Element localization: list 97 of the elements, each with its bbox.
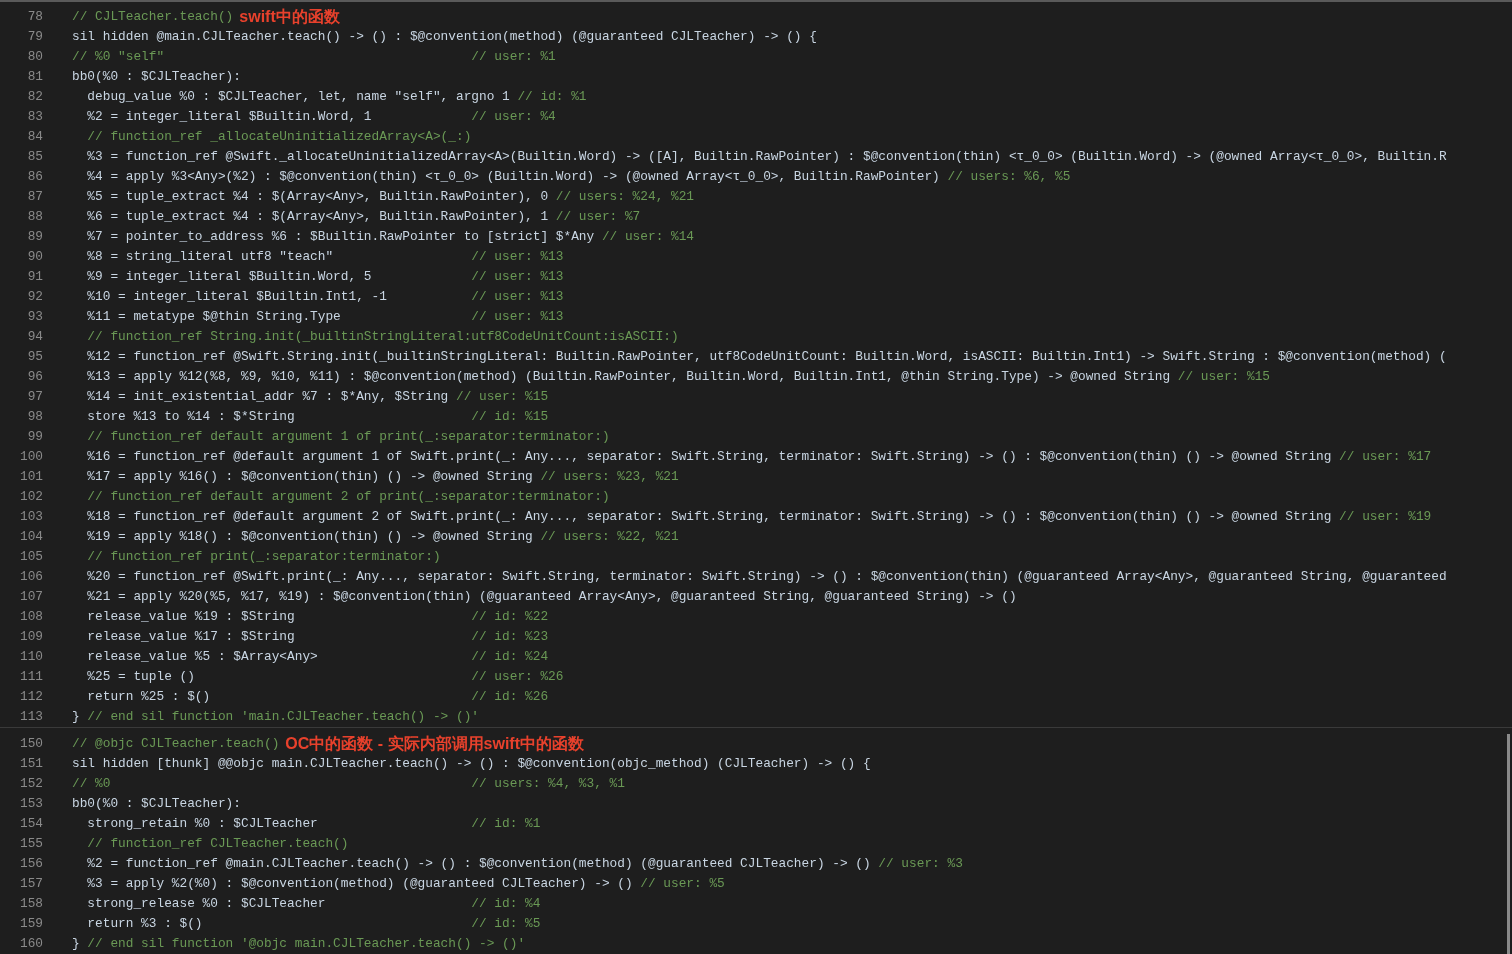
code-comment: // function_ref default argument 2 of print(_:separator:terminator:) [86, 488, 610, 507]
code-line: %16 = function_ref @default argument 1 of Swift.print(_: Any..., separator: Swift.String, terminator: Swift.String) -> () : $@convention(thin) () -> @owned String // user: %17 [86, 448, 1432, 467]
line-number: 153 [18, 795, 43, 814]
code-line: debug_value %0 : $CJLTeacher, let, name "self", argno 1 // id: %1 [86, 88, 587, 107]
scrollbar[interactable] [1507, 734, 1510, 954]
code-line: %14 = init_existential_addr %7 : $*Any, $String // user: %15 [86, 388, 549, 407]
line-number: 80 [26, 48, 43, 67]
line-number: 151 [18, 755, 43, 774]
code-line: %12 = function_ref @Swift.String.init(_builtinStringLiteral: Builtin.RawPointer, utf8CodeUnitCount: Builtin.Word, isASCII: Builtin.Int1) -> Swift.String : $@convention(method) ( [86, 348, 1447, 367]
line-number: 112 [18, 688, 43, 707]
line-number: 83 [26, 108, 43, 127]
code-line: %7 = pointer_to_address %6 : $Builtin.RawPointer to [strict] $*Any // user: %14 [86, 228, 695, 247]
code-line: sil hidden @main.CJLTeacher.teach() -> () : $@convention(method) (@guaranteed CJLTeacher) -> () { [72, 28, 817, 47]
line-number: 97 [26, 388, 43, 407]
line-number: 78 [26, 8, 43, 27]
code-line: %18 = function_ref @default argument 2 of Swift.print(_: Any..., separator: Swift.String, terminator: Swift.String) -> () : $@convention(thin) () -> @owned String // user: %19 [86, 508, 1432, 527]
code-line: strong_release %0 : $CJLTeacher // id: %4 [86, 895, 541, 914]
code-line: return %25 : $() // id: %26 [86, 688, 549, 707]
code-line: release_value %5 : $Array<Any> // id: %24 [86, 648, 549, 667]
line-number: 93 [26, 308, 43, 327]
line-number: 94 [26, 328, 43, 347]
annotation: OC中的函数 - 实际内部调用swift中的函数 [285, 734, 584, 754]
code-comment: // @objc CJLTeacher.teach() [72, 735, 280, 754]
code-line: %10 = integer_literal $Builtin.Int1, -1 // user: %13 [86, 288, 564, 307]
code-line: %13 = apply %12(%8, %9, %10, %11) : $@convention(method) (Builtin.RawPointer, Builtin.Word, Builtin.Int1, @thin String.Type) -> @owned String // user: %15 [86, 368, 1270, 387]
line-number: 160 [18, 935, 43, 954]
code-line: bb0(%0 : $CJLTeacher): [72, 68, 241, 87]
line-number: 98 [26, 408, 43, 427]
code-comment: // CJLTeacher.teach() [72, 8, 234, 27]
annotation: swift中的函数 [239, 7, 340, 27]
line-number: 88 [26, 208, 43, 227]
line-number: 96 [26, 368, 43, 387]
line-number: 113 [18, 708, 43, 727]
code-line: %5 = tuple_extract %4 : $(Array<Any>, Builtin.RawPointer), 0 // users: %24, %21 [86, 188, 695, 207]
code-line: } // end sil function 'main.CJLTeacher.teach() -> ()' [72, 708, 479, 727]
line-number: 103 [18, 508, 43, 527]
code-line: %25 = tuple () // user: %26 [86, 668, 564, 687]
line-number: 85 [26, 148, 43, 167]
line-number: 158 [18, 895, 43, 914]
line-number: 87 [26, 188, 43, 207]
code-line: %2 = integer_literal $Builtin.Word, 1 // user: %4 [86, 108, 556, 127]
line-number: 95 [26, 348, 43, 367]
line-number: 152 [18, 775, 43, 794]
line-number: 79 [26, 28, 43, 47]
code-line: strong_retain %0 : $CJLTeacher // id: %1 [86, 815, 541, 834]
code-line: %3 = apply %2(%0) : $@convention(method) (@guaranteed CJLTeacher) -> () // user: %5 [86, 875, 725, 894]
code-line: sil hidden [thunk] @@objc main.CJLTeacher.teach() -> () : $@convention(objc_method) (CJLTeacher) -> () { [72, 755, 871, 774]
line-number: 104 [18, 528, 43, 547]
code-line: release_value %17 : $String // id: %23 [86, 628, 549, 647]
line-number: 108 [18, 608, 43, 627]
code-line: store %13 to %14 : $*String // id: %15 [86, 408, 549, 427]
line-number: 101 [18, 468, 43, 487]
line-number: 86 [26, 168, 43, 187]
line-number: 157 [18, 875, 43, 894]
line-number: 156 [18, 855, 43, 874]
line-number: 102 [18, 488, 43, 507]
line-number: 81 [26, 68, 43, 87]
line-number: 84 [26, 128, 43, 147]
code-line: %19 = apply %18() : $@convention(thin) () -> @owned String // users: %22, %21 [86, 528, 679, 547]
code-comment: // function_ref CJLTeacher.teach() [86, 835, 349, 854]
line-number: 99 [26, 428, 43, 447]
code-comment: // function_ref _allocateUninitializedArray<A>(_:) [86, 128, 472, 147]
line-number: 110 [18, 648, 43, 667]
line-number: 91 [26, 268, 43, 287]
code-comment: // %0 // users: %4, %3, %1 [72, 775, 625, 794]
line-number: 111 [18, 668, 43, 687]
line-number: 100 [18, 448, 43, 467]
line-number: 155 [18, 835, 43, 854]
line-number: 159 [18, 915, 43, 934]
code-line: %21 = apply %20(%5, %17, %19) : $@convention(thin) (@guaranteed Array<Any>, @guaranteed String, @guaranteed String) -> () [86, 588, 1017, 607]
code-line: %4 = apply %3<Any>(%2) : $@convention(thin) <τ_0_0> (Builtin.Word) -> (@owned Array<τ_0_0>, Builtin.RawPointer) // users: %6, %5 [86, 168, 1071, 187]
line-number: 106 [18, 568, 43, 587]
line-number: 82 [26, 88, 43, 107]
line-number: 154 [18, 815, 43, 834]
code-line: %11 = metatype $@thin String.Type // user: %13 [86, 308, 564, 327]
code-line: bb0(%0 : $CJLTeacher): [72, 795, 241, 814]
line-number: 89 [26, 228, 43, 247]
code-line: %8 = string_literal utf8 "teach" // user: %13 [86, 248, 564, 267]
code-line: %9 = integer_literal $Builtin.Word, 5 // user: %13 [86, 268, 564, 287]
line-number: 109 [18, 628, 43, 647]
code-line: %3 = function_ref @Swift._allocateUninitializedArray<A>(Builtin.Word) -> ([A], Builtin.RawPointer) : $@convention(thin) <τ_0_0> (Builtin.Word) -> (@owned Array<τ_0_0>, Builtin.R [86, 148, 1447, 167]
code-comment: // function_ref default argument 1 of print(_:separator:terminator:) [86, 428, 610, 447]
code-line: %20 = function_ref @Swift.print(_: Any..., separator: Swift.String, terminator: Swift.String) -> () : $@convention(thin) (@guaranteed Array<Any>, @guaranteed String, @guaranteed [86, 568, 1447, 587]
code-comment: // %0 "self" // user: %1 [72, 48, 556, 67]
line-number: 107 [18, 588, 43, 607]
line-number: 90 [26, 248, 43, 267]
code-line: %2 = function_ref @main.CJLTeacher.teach() -> () : $@convention(method) (@guaranteed CJLTeacher) -> () // user: %3 [86, 855, 963, 874]
code-comment: // function_ref String.init(_builtinStringLiteral:utf8CodeUnitCount:isASCII:) [86, 328, 679, 347]
code-line: release_value %19 : $String // id: %22 [86, 608, 549, 627]
code-line: %6 = tuple_extract %4 : $(Array<Any>, Builtin.RawPointer), 1 // user: %7 [86, 208, 641, 227]
code-comment: // function_ref print(_:separator:terminator:) [86, 548, 441, 567]
line-number: 105 [18, 548, 43, 567]
code-line: } // end sil function '@objc main.CJLTeacher.teach() -> ()' [72, 935, 526, 954]
code-line: return %3 : $() // id: %5 [86, 915, 541, 934]
code-line: %17 = apply %16() : $@convention(thin) () -> @owned String // users: %23, %21 [86, 468, 679, 487]
line-number: 92 [26, 288, 43, 307]
line-number: 150 [18, 735, 43, 754]
